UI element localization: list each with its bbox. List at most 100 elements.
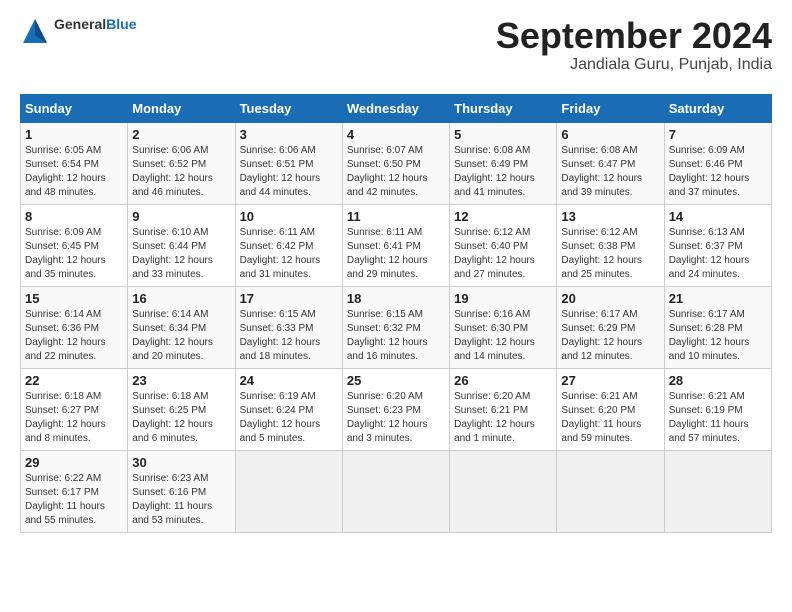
calendar-cell: 25Sunrise: 6:20 AM Sunset: 6:23 PM Dayli… [342,368,449,450]
calendar-cell: 18Sunrise: 6:15 AM Sunset: 6:32 PM Dayli… [342,286,449,368]
calendar-cell: 10Sunrise: 6:11 AM Sunset: 6:42 PM Dayli… [235,204,342,286]
calendar-table: SundayMondayTuesdayWednesdayThursdayFrid… [20,94,772,533]
day-detail: Sunrise: 6:17 AM Sunset: 6:29 PM Dayligh… [561,308,659,364]
calendar-cell: 2Sunrise: 6:06 AM Sunset: 6:52 PM Daylig… [128,122,235,204]
month-title: September 2024 [496,16,772,56]
header-cell-wednesday: Wednesday [342,94,449,122]
day-number: 13 [561,209,659,224]
day-detail: Sunrise: 6:12 AM Sunset: 6:38 PM Dayligh… [561,226,659,282]
calendar-cell: 20Sunrise: 6:17 AM Sunset: 6:29 PM Dayli… [557,286,664,368]
calendar-cell: 23 Sunrise: 6:18 AM Sunset: 6:25 PM Dayli… [128,368,235,450]
day-detail: Sunrise: 6:18 AM Sunset: 6:25 PM Dayligh… [132,390,230,446]
logo-general: GeneralBlue [54,16,136,34]
calendar-cell: 7 Sunrise: 6:09 AM Sunset: 6:46 PM Daylig… [664,122,771,204]
day-number: 1 [25,127,123,142]
day-number: 7 [669,127,767,142]
day-detail: Sunrise: 6:08 AM Sunset: 6:49 PM Dayligh… [454,144,552,200]
day-number: 6 [561,127,659,142]
day-number: 10 [240,209,338,224]
day-number: 12 [454,209,552,224]
calendar-cell [664,450,771,532]
day-detail: Sunrise: 6:14 AM Sunset: 6:34 PM Dayligh… [132,308,230,364]
header-cell-sunday: Sunday [21,94,128,122]
logo-text-general: General [54,16,106,32]
calendar-cell [235,450,342,532]
calendar-cell: 16Sunrise: 6:14 AM Sunset: 6:34 PM Dayli… [128,286,235,368]
calendar-cell: 12 Sunrise: 6:12 AM Sunset: 6:40 PM Dayli… [450,204,557,286]
calendar-cell: 1 Sunrise: 6:05 AM Sunset: 6:54 PM Daylig… [21,122,128,204]
day-number: 9 [132,209,230,224]
calendar-cell: 26 Sunrise: 6:20 AM Sunset: 6:21 PM Dayli… [450,368,557,450]
calendar-cell: 15 Sunrise: 6:14 AM Sunset: 6:36 PM Dayli… [21,286,128,368]
day-number: 14 [669,209,767,224]
logo-text-blue: Blue [106,16,136,32]
logo-area: GeneralBlue [20,16,136,46]
header-cell-saturday: Saturday [664,94,771,122]
calendar-cell: 11Sunrise: 6:11 AM Sunset: 6:41 PM Dayli… [342,204,449,286]
calendar-cell: 6 Sunrise: 6:08 AM Sunset: 6:47 PM Daylig… [557,122,664,204]
day-number: 19 [454,291,552,306]
calendar-cell: 22Sunrise: 6:18 AM Sunset: 6:27 PM Dayli… [21,368,128,450]
day-detail: Sunrise: 6:08 AM Sunset: 6:47 PM Dayligh… [561,144,659,200]
calendar-cell: 19 Sunrise: 6:16 AM Sunset: 6:30 PM Dayli… [450,286,557,368]
calendar-cell: 3 Sunrise: 6:06 AM Sunset: 6:51 PM Daylig… [235,122,342,204]
location: Jandiala Guru, Punjab, India [496,56,772,74]
day-number: 28 [669,373,767,388]
week-row-4: 22Sunrise: 6:18 AM Sunset: 6:27 PM Dayli… [21,368,772,450]
day-number: 4 [347,127,445,142]
calendar-cell: 21Sunrise: 6:17 AM Sunset: 6:28 PM Dayli… [664,286,771,368]
day-number: 23 [132,373,230,388]
day-detail: Sunrise: 6:17 AM Sunset: 6:28 PM Dayligh… [669,308,767,364]
calendar-cell: 9 Sunrise: 6:10 AM Sunset: 6:44 PM Daylig… [128,204,235,286]
week-row-1: 1 Sunrise: 6:05 AM Sunset: 6:54 PM Daylig… [21,122,772,204]
day-number: 17 [240,291,338,306]
day-detail: Sunrise: 6:07 AM Sunset: 6:50 PM Dayligh… [347,144,445,200]
calendar-cell: 5 Sunrise: 6:08 AM Sunset: 6:49 PM Daylig… [450,122,557,204]
day-detail: Sunrise: 6:13 AM Sunset: 6:37 PM Dayligh… [669,226,767,282]
day-detail: Sunrise: 6:05 AM Sunset: 6:54 PM Dayligh… [25,144,123,200]
calendar-body: 1 Sunrise: 6:05 AM Sunset: 6:54 PM Daylig… [21,122,772,532]
logo-icon [20,16,50,46]
calendar-cell: 24 Sunrise: 6:19 AM Sunset: 6:24 PM Dayli… [235,368,342,450]
week-row-3: 15 Sunrise: 6:14 AM Sunset: 6:36 PM Dayli… [21,286,772,368]
header-right: September 2024 Jandiala Guru, Punjab, In… [496,16,772,82]
day-detail: Sunrise: 6:12 AM Sunset: 6:40 PM Dayligh… [454,226,552,282]
day-detail: Sunrise: 6:18 AM Sunset: 6:27 PM Dayligh… [25,390,123,446]
day-detail: Sunrise: 6:21 AM Sunset: 6:19 PM Dayligh… [669,390,767,446]
day-number: 30 [132,455,230,470]
day-number: 5 [454,127,552,142]
day-detail: Sunrise: 6:21 AM Sunset: 6:20 PM Dayligh… [561,390,659,446]
top-row: GeneralBlue September 2024 Jandiala Guru… [20,16,772,86]
day-detail: Sunrise: 6:14 AM Sunset: 6:36 PM Dayligh… [25,308,123,364]
calendar-cell: 28 Sunrise: 6:21 AM Sunset: 6:19 PM Dayli… [664,368,771,450]
day-detail: Sunrise: 6:20 AM Sunset: 6:23 PM Dayligh… [347,390,445,446]
calendar-cell [342,450,449,532]
day-number: 18 [347,291,445,306]
header-cell-friday: Friday [557,94,664,122]
calendar-cell: 30Sunrise: 6:23 AM Sunset: 6:16 PM Dayli… [128,450,235,532]
day-detail: Sunrise: 6:15 AM Sunset: 6:33 PM Dayligh… [240,308,338,364]
day-number: 3 [240,127,338,142]
day-number: 24 [240,373,338,388]
calendar-cell: 4 Sunrise: 6:07 AM Sunset: 6:50 PM Daylig… [342,122,449,204]
week-row-2: 8 Sunrise: 6:09 AM Sunset: 6:45 PM Daylig… [21,204,772,286]
day-detail: Sunrise: 6:06 AM Sunset: 6:51 PM Dayligh… [240,144,338,200]
day-detail: Sunrise: 6:19 AM Sunset: 6:24 PM Dayligh… [240,390,338,446]
header-cell-monday: Monday [128,94,235,122]
calendar-cell: 17 Sunrise: 6:15 AM Sunset: 6:33 PM Dayli… [235,286,342,368]
day-number: 26 [454,373,552,388]
day-detail: Sunrise: 6:09 AM Sunset: 6:46 PM Dayligh… [669,144,767,200]
day-detail: Sunrise: 6:22 AM Sunset: 6:17 PM Dayligh… [25,472,123,528]
day-number: 8 [25,209,123,224]
day-number: 15 [25,291,123,306]
calendar-cell: 8 Sunrise: 6:09 AM Sunset: 6:45 PM Daylig… [21,204,128,286]
day-detail: Sunrise: 6:20 AM Sunset: 6:21 PM Dayligh… [454,390,552,446]
day-number: 29 [25,455,123,470]
calendar-cell: 29 Sunrise: 6:22 AM Sunset: 6:17 PM Dayli… [21,450,128,532]
day-detail: Sunrise: 6:16 AM Sunset: 6:30 PM Dayligh… [454,308,552,364]
day-number: 27 [561,373,659,388]
day-detail: Sunrise: 6:09 AM Sunset: 6:45 PM Dayligh… [25,226,123,282]
day-detail: Sunrise: 6:10 AM Sunset: 6:44 PM Dayligh… [132,226,230,282]
header-cell-thursday: Thursday [450,94,557,122]
calendar-cell: 14 Sunrise: 6:13 AM Sunset: 6:37 PM Dayli… [664,204,771,286]
